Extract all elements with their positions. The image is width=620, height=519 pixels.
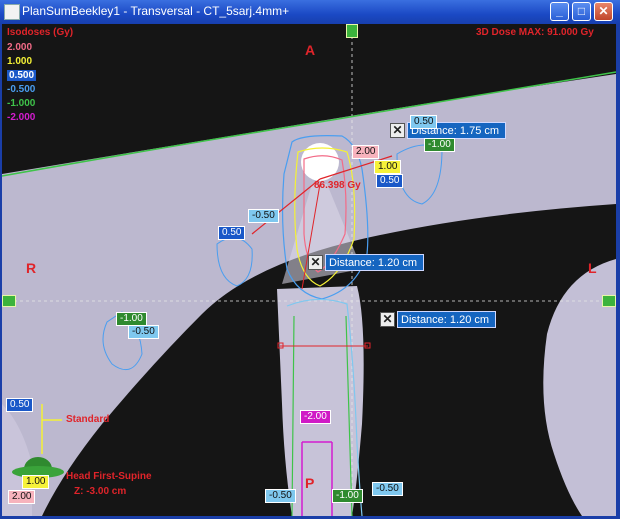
isodose-legend-neg0500: -0.500 [7, 84, 36, 95]
isodose-tag: 1.00 [22, 475, 50, 489]
isodose-tag: 1.00 [374, 160, 402, 174]
app-icon [4, 4, 20, 20]
isodose-tag: -1.00 [116, 312, 147, 326]
app-window: PlanSumBeekley1 - Transversal - CT_5sarj… [0, 0, 620, 519]
distance-2-label[interactable]: Distance: 1.20 cm [325, 254, 425, 271]
ct-image [2, 24, 616, 516]
isodose-tag: -1.00 [424, 138, 455, 152]
z-position-label: Z: -3.00 cm [74, 486, 127, 497]
distance-1-close-icon[interactable]: ✕ [390, 123, 405, 138]
isodose-tag: -0.50 [265, 489, 296, 503]
close-button[interactable]: ✕ [594, 2, 613, 21]
direction-left-label: L [588, 260, 597, 276]
distance-3-label[interactable]: Distance: 1.20 cm [397, 311, 497, 328]
point-dose-label: 86.398 Gy [314, 180, 361, 191]
isodose-tag: 0.50 [410, 115, 438, 129]
orientation-standard-label: Standard [66, 414, 110, 425]
isodose-tag: -0.50 [248, 209, 279, 223]
isodose-legend-0500: 0.500 [7, 70, 37, 81]
title-bar[interactable]: PlanSumBeekley1 - Transversal - CT_5sarj… [0, 0, 620, 24]
distance-3-close-icon[interactable]: ✕ [380, 312, 395, 327]
isodose-tag: 0.50 [376, 174, 404, 188]
distance-2-close-icon[interactable]: ✕ [308, 255, 323, 270]
crosshair-handle-right[interactable] [602, 295, 616, 307]
isodose-tag: 0.50 [218, 226, 246, 240]
isodose-tag: 0.50 [6, 398, 34, 412]
isodose-tag: -1.00 [332, 489, 363, 503]
patient-position-label: Head First-Supine [66, 471, 152, 482]
minimize-button[interactable]: _ [550, 2, 569, 21]
isodose-tag: -0.50 [372, 482, 403, 496]
maximize-button[interactable]: □ [572, 2, 591, 21]
isodose-legend-2000: 2.000 [7, 42, 33, 53]
dose-max-label: 3D Dose MAX: 91.000 Gy [476, 27, 594, 38]
crosshair-handle-top[interactable] [346, 24, 358, 38]
isodoses-title: Isodoses (Gy) [7, 27, 74, 38]
isodose-legend-neg1000: -1.000 [7, 98, 36, 109]
direction-anterior-label: A [305, 42, 316, 58]
direction-posterior-label: P [305, 475, 315, 491]
isodose-tag: -0.50 [128, 325, 159, 339]
direction-right-label: R [26, 260, 37, 276]
ct-viewport[interactable]: Isodoses (Gy) 3D Dose MAX: 91.000 Gy 2.0… [2, 24, 616, 516]
isodose-tag: 2.00 [8, 490, 36, 504]
window-title: PlanSumBeekley1 - Transversal - CT_5sarj… [22, 4, 290, 18]
isodose-tag: -2.00 [300, 410, 331, 424]
isodose-legend-neg2000: -2.000 [7, 112, 36, 123]
isodose-tag: 2.00 [352, 145, 380, 159]
isodose-legend-1000: 1.000 [7, 56, 33, 67]
crosshair-handle-left[interactable] [2, 295, 16, 307]
